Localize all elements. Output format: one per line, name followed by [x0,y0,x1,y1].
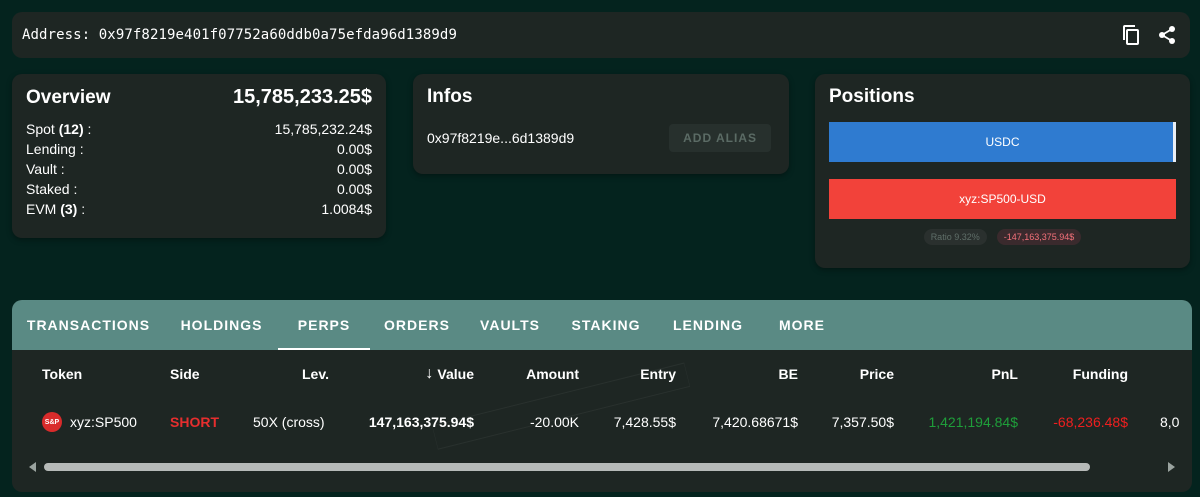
address-value[interactable]: 0x97f8219e401f07752a60ddb0a75efda96d1389… [99,27,457,43]
horizontal-scrollbar[interactable] [26,460,1178,474]
header-value[interactable]: ↓ Value [392,350,474,398]
row-entry: 7,428.55$ [613,414,676,430]
tabs-panel: TRANSACTIONS HOLDINGS PERPS ORDERS VAULT… [12,300,1192,492]
overview-row-label: Vault : [26,161,65,177]
sp500-token-icon: S&P [42,412,62,432]
header-lev[interactable]: Lev. [302,350,329,398]
tab-transactions[interactable]: TRANSACTIONS [12,300,165,350]
overview-row-suffix: : [77,201,86,217]
overview-row-label: Lending : [26,141,84,157]
row-overflow-cell: 8,0 [1160,414,1180,430]
overview-row-vault: Vault : 0.00$ [26,159,372,179]
header-be[interactable]: BE [732,350,798,398]
row-amount: -20.00K [529,414,579,430]
row-price: 7,357.50$ [831,414,894,430]
tab-lending[interactable]: LENDING [656,300,760,350]
scroll-left-icon[interactable] [26,460,40,474]
header-pnl[interactable]: PnL [952,350,1018,398]
overview-row-suffix: : [83,121,92,137]
scrollbar-thumb[interactable] [44,463,1090,471]
header-amount[interactable]: Amount [502,350,579,398]
infos-title: Infos [427,86,473,107]
table-header-row: Token Side Lev. ↓ Value Amount Entry BE … [12,350,1192,398]
overview-row-value: 0.00$ [336,181,372,197]
header-side[interactable]: Side [170,350,200,398]
row-lev: 50X (cross) [253,414,325,430]
row-token-label: xyz:SP500 [70,414,137,430]
overview-row-count: (3) [60,201,78,217]
overview-row-staked: Staked : 0.00$ [26,179,372,199]
pnl-chip: -147,163,375.94$ [996,229,1082,245]
scroll-right-icon[interactable] [1164,460,1178,474]
tab-perps[interactable]: PERPS [278,300,370,350]
overview-row-label: EVM [26,201,57,217]
row-pnl: 1,421,194.84$ [928,414,1018,430]
header-funding[interactable]: Funding [1052,350,1128,398]
overview-row-count: (12) [58,121,84,137]
share-icon[interactable] [1156,24,1178,46]
overview-row-value: 1.0084$ [321,201,372,217]
infos-card: Infos 0x97f8219e...6d1389d9 ADD ALIAS [413,74,789,174]
overview-row-label: Spot [26,121,55,137]
sort-arrow-icon: ↓ [425,365,434,382]
overview-row-spot: Spot (12) : 15,785,232.24$ [26,119,372,139]
address-label: Address: [22,27,91,43]
scrollbar-track[interactable] [44,463,1160,471]
row-be: 7,420.68671$ [712,414,798,430]
header-price[interactable]: Price [832,350,894,398]
positions-card: Positions USDC xyz:SP500-USD Ratio 9.32%… [815,74,1190,268]
header-entry[interactable]: Entry [612,350,676,398]
address-bar: Address: 0x97f8219e401f07752a60ddb0a75ef… [12,12,1190,58]
position-bar-usdc[interactable]: USDC [829,122,1176,162]
address-text: Address: 0x97f8219e401f07752a60ddb0a75ef… [22,27,1120,43]
overview-row-evm: EVM (3) : 1.0084$ [26,199,372,219]
positions-title: Positions [829,86,915,107]
tab-bar: TRANSACTIONS HOLDINGS PERPS ORDERS VAULT… [12,300,1192,350]
row-funding: -68,236.48$ [1053,414,1128,430]
overview-total: 15,785,233.25$ [232,86,372,108]
header-token[interactable]: Token [42,350,82,398]
overview-row-lending: Lending : 0.00$ [26,139,372,159]
position-bar-sp500[interactable]: xyz:SP500-USD [829,179,1176,219]
overview-card: Overview 15,785,233.25$ Spot (12) : 15,7… [12,74,386,238]
table-row[interactable]: S&P xyz:SP500 SHORT 50X (cross) 147,163,… [12,398,1192,446]
overview-row-value: 15,785,232.24$ [274,121,372,137]
overview-title: Overview [26,87,111,108]
tab-more[interactable]: MORE [760,300,844,350]
header-value-label: Value [437,366,474,382]
overview-row-value: 0.00$ [336,141,372,157]
row-token[interactable]: S&P xyz:SP500 [42,398,137,446]
tab-holdings[interactable]: HOLDINGS [165,300,278,350]
row-value: 147,163,375.94$ [368,414,474,430]
copy-icon[interactable] [1120,24,1142,46]
infos-short-address: 0x97f8219e...6d1389d9 [427,130,575,146]
overview-row-value: 0.00$ [336,161,372,177]
tab-orders[interactable]: ORDERS [370,300,464,350]
overview-row-label: Staked : [26,181,78,197]
perps-table: Token Side Lev. ↓ Value Amount Entry BE … [12,350,1192,446]
tab-vaults[interactable]: VAULTS [464,300,556,350]
tab-staking[interactable]: STAKING [556,300,656,350]
ratio-chip: Ratio 9.32% [923,229,987,245]
add-alias-button[interactable]: ADD ALIAS [669,124,771,152]
row-side: SHORT [170,414,219,430]
